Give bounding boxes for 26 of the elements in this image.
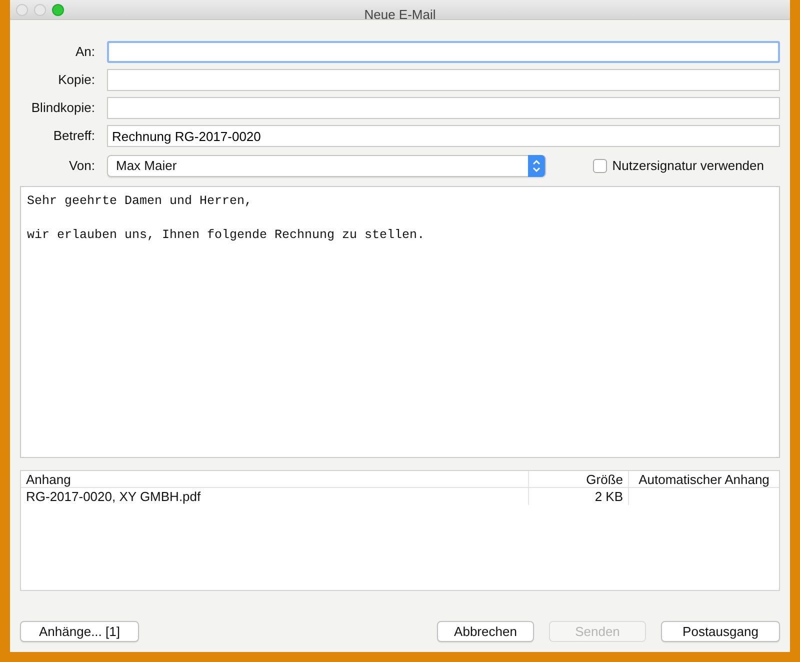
checkbox[interactable] — [593, 159, 608, 173]
zoom-button[interactable] — [52, 4, 64, 16]
attachments-button[interactable]: Anhänge... [1] — [20, 621, 139, 642]
message-body[interactable]: Sehr geehrte Damen und Herren, wir erlauben uns, Ihnen folgende Rechnung zu stellen. — [20, 186, 780, 458]
dialog-button[interactable]: Postausgang — [661, 621, 780, 642]
field-label: Von: — [68, 157, 95, 176]
column-header[interactable]: Größe — [529, 471, 629, 487]
minimize-button[interactable] — [34, 4, 46, 16]
dialog-button[interactable]: Abbrechen — [437, 621, 534, 642]
up-down-icon — [532, 159, 541, 173]
checkbox-label: Nutzersignatur verwenden — [612, 157, 764, 176]
column-header[interactable]: Automatischer Anhang — [629, 471, 779, 487]
field-label: Kopie: — [57, 71, 95, 90]
text-field[interactable] — [107, 97, 780, 119]
text-field[interactable] — [107, 69, 780, 91]
table-cell: RG-2017-0020, XY GMBH.pdf — [21, 488, 529, 505]
window-title: Neue E-Mail — [364, 8, 436, 19]
field-label: Betreff: — [52, 127, 95, 146]
sender-dropdown[interactable]: Max Maier — [107, 155, 546, 177]
field-label: Blindkopie: — [30, 99, 95, 118]
text-field[interactable]: Rechnung RG-2017-0020 — [107, 125, 780, 147]
table-cell: 2 KB — [529, 488, 629, 505]
column-header[interactable]: Anhang — [21, 471, 529, 487]
close-button[interactable] — [16, 4, 28, 16]
text-field[interactable] — [107, 41, 780, 63]
field-label: An: — [74, 43, 95, 62]
